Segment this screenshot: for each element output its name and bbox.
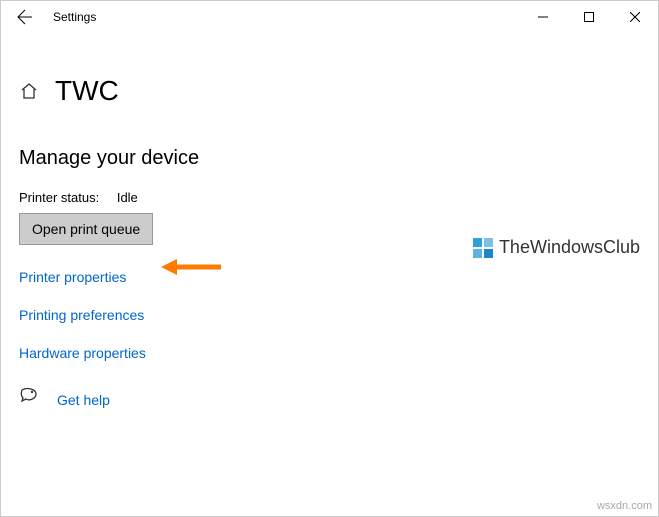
page-title: TWC xyxy=(55,75,119,107)
help-icon xyxy=(19,387,39,412)
window-controls xyxy=(520,1,658,33)
watermark-text: TheWindowsClub xyxy=(499,237,640,258)
help-row: Get help xyxy=(19,387,640,412)
credit-text: wsxdn.com xyxy=(597,500,652,512)
arrow-left-icon xyxy=(17,9,33,25)
content: TWC Manage your device Printer status: I… xyxy=(1,33,658,412)
open-print-queue-button[interactable]: Open print queue xyxy=(19,213,153,245)
watermark: TheWindowsClub xyxy=(473,237,640,258)
close-button[interactable] xyxy=(612,1,658,33)
titlebar: Settings xyxy=(1,1,658,33)
maximize-icon xyxy=(584,12,594,22)
printing-preferences-link[interactable]: Printing preferences xyxy=(19,307,144,323)
window-title: Settings xyxy=(53,10,96,24)
watermark-logo-icon xyxy=(473,238,493,258)
close-icon xyxy=(630,12,640,22)
printer-status: Printer status: Idle xyxy=(19,190,640,205)
maximize-button[interactable] xyxy=(566,1,612,33)
status-label: Printer status: xyxy=(19,190,99,205)
header-row: TWC xyxy=(19,75,640,107)
home-icon[interactable] xyxy=(19,81,39,101)
section-title: Manage your device xyxy=(19,147,640,170)
minimize-icon xyxy=(538,12,548,22)
status-value: Idle xyxy=(117,190,138,205)
titlebar-left: Settings xyxy=(9,1,520,33)
get-help-link[interactable]: Get help xyxy=(57,392,110,408)
minimize-button[interactable] xyxy=(520,1,566,33)
printer-properties-link[interactable]: Printer properties xyxy=(19,269,126,285)
hardware-properties-link[interactable]: Hardware properties xyxy=(19,345,146,361)
back-button[interactable] xyxy=(9,1,41,33)
